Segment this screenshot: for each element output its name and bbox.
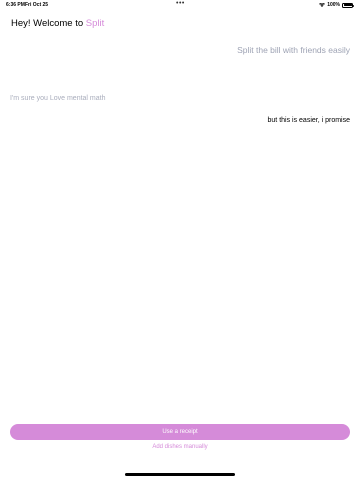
welcome-prefix: Hey! Welcome to [11,18,86,29]
welcome-heading: Hey! Welcome to Split [11,18,104,29]
use-receipt-button[interactable]: Use a receipt [10,424,350,440]
status-time: 6:36 PM [6,2,25,8]
wifi-icon [319,2,326,7]
battery-fill [343,4,352,6]
status-bar: 6:36 PM Fri Oct 25 ••• 100% [0,0,360,10]
promise-text: but this is easier, i promise [267,117,350,124]
mental-math-text: I'm sure you Love mental math [10,95,106,102]
status-date: Fri Oct 25 [25,2,49,8]
brand-name: Split [85,18,105,29]
home-indicator[interactable] [125,473,235,476]
multitasking-dots-icon[interactable]: ••• [176,0,185,7]
status-right-group: 100% [319,2,354,8]
tagline: Split the bill with friends easily [237,45,350,55]
add-dishes-manually-link[interactable]: Add dishes manually [0,444,360,450]
battery-percent: 100% [327,2,340,8]
battery-icon [342,2,354,8]
battery-tip [353,4,354,7]
